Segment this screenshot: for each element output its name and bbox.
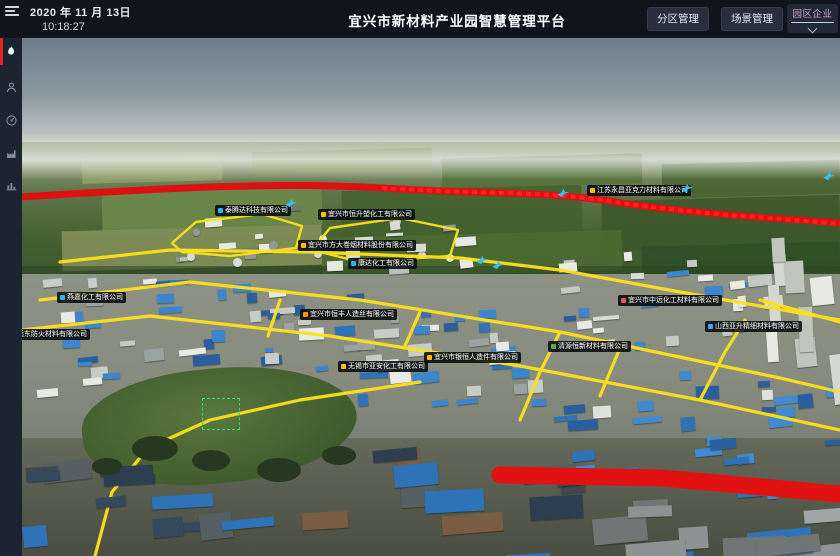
sidebar-item-enterprise[interactable] [0,138,22,168]
selection-box [202,398,240,430]
sidebar-item-personnel[interactable] [0,72,22,102]
blue-plane-marker-icon[interactable] [491,260,504,270]
scene-management-button[interactable]: 场景管理 [721,7,783,31]
chevron-down-icon [808,24,818,34]
sidebar-item-statistics[interactable] [0,170,22,200]
sidebar [0,0,22,556]
map-markers [22,38,840,556]
header-date: 2020 年 11 月 13日 [30,4,131,20]
blue-plane-marker-icon[interactable] [475,255,488,265]
blue-plane-marker-icon[interactable] [680,183,693,193]
sidebar-item-monitor[interactable] [0,105,22,135]
user-icon [5,81,18,94]
dropdown-label: 园区企业 [787,6,838,20]
zone-management-button[interactable]: 分区管理 [647,7,709,31]
park-enterprise-dropdown[interactable]: 园区企业 [787,4,838,33]
header-bar: 2020 年 11 月 13日 10:18:27 宜兴市新材料产业园智慧管理平台… [0,0,840,38]
map-3d-view[interactable]: 泰腾达科技有限公司宜兴市恒升塑化工有限公司宜兴市方大卷烟材料股份有限公司康达化工… [22,38,840,556]
factory-icon [5,147,18,160]
sidebar-item-alarm[interactable] [0,36,22,66]
gauge-icon [5,114,18,127]
menu-icon[interactable] [5,6,19,17]
blue-plane-marker-icon[interactable] [822,171,835,181]
bar-chart-icon [5,179,18,192]
flame-icon [5,45,18,58]
header-time: 10:18:27 [42,21,85,33]
blue-plane-marker-icon[interactable] [284,198,297,208]
page-title: 宜兴市新材料产业园智慧管理平台 [348,10,566,30]
app-root: 泰腾达科技有限公司宜兴市恒升塑化工有限公司宜兴市方大卷烟材料股份有限公司康达化工… [0,0,840,556]
blue-plane-marker-icon[interactable] [556,188,569,198]
